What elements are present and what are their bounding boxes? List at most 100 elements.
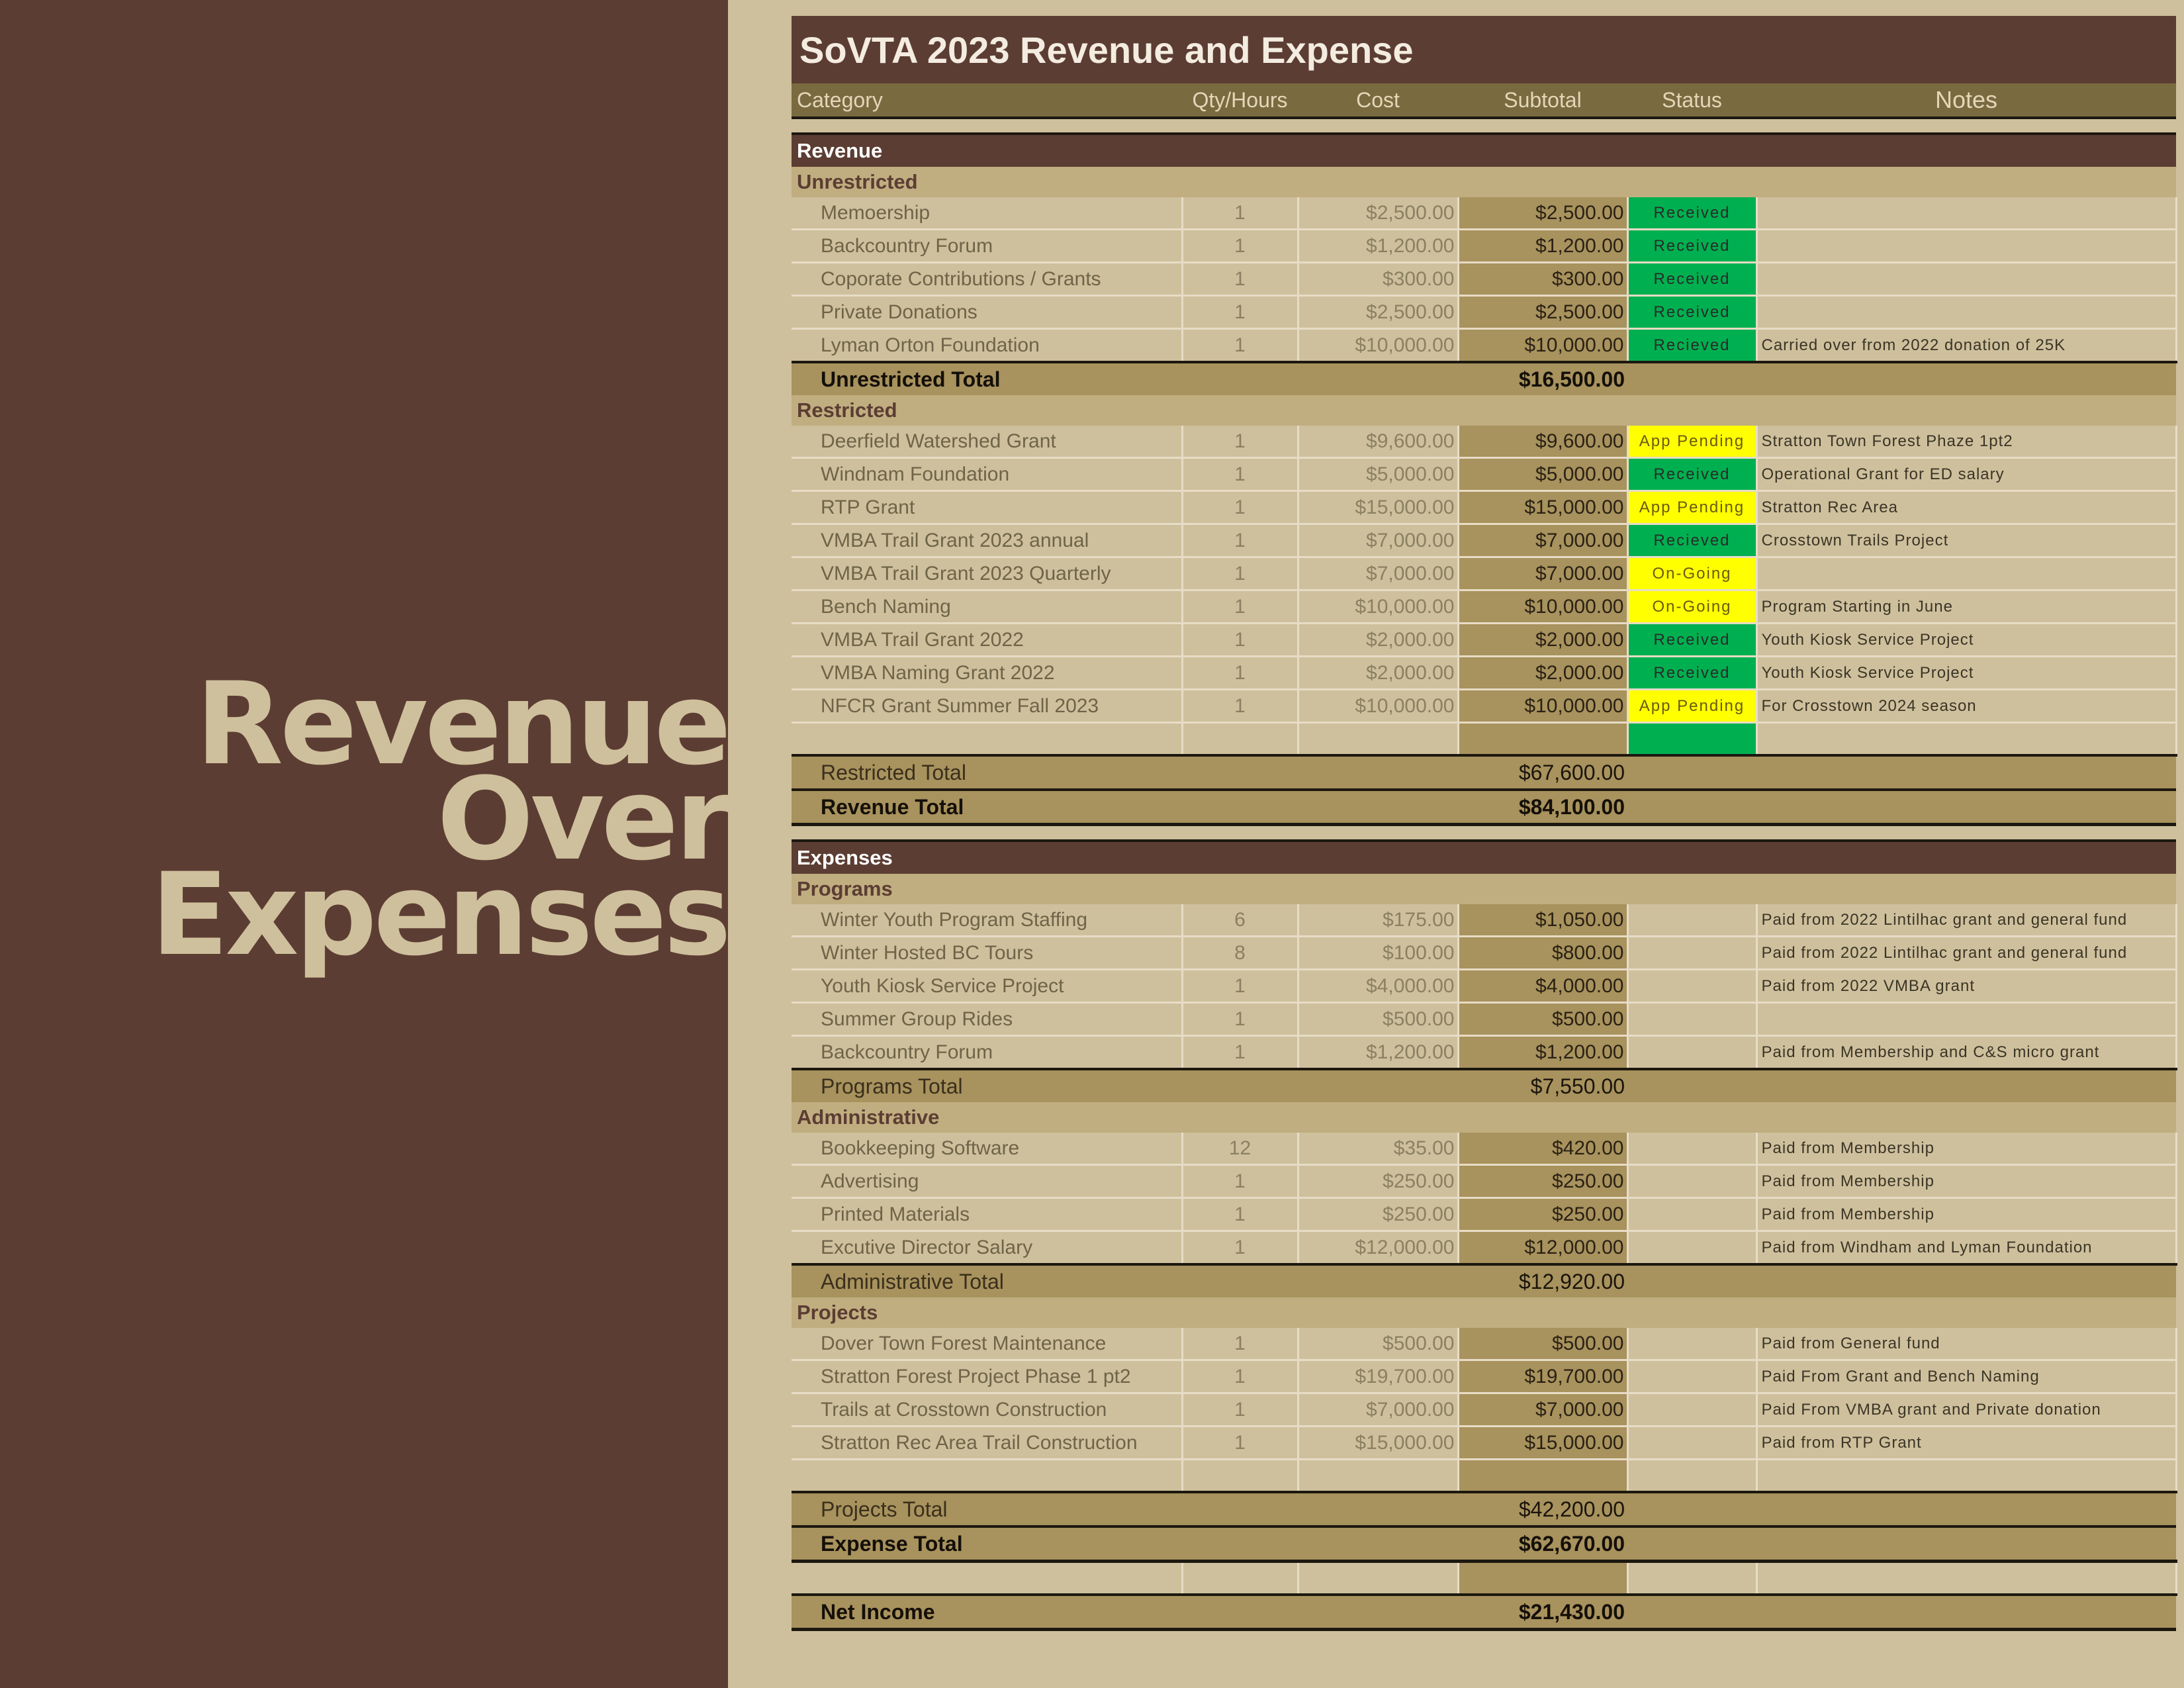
row-subtotal: $19,700.00 xyxy=(1458,1360,1629,1394)
row-cost: $10,000.00 xyxy=(1298,689,1459,724)
section-label: Expenses xyxy=(792,839,2177,874)
row-cost: $15,000.00 xyxy=(1298,491,1459,525)
row-qty: 1 xyxy=(1182,1328,1299,1361)
spacer-row xyxy=(792,118,2177,134)
table-row: Youth Kiosk Service Project 1 $4,000.00 $4,… xyxy=(792,969,2177,1004)
row-cost: $1,200.00 xyxy=(1298,229,1459,263)
table-row: Winter Youth Program Staffing 6 $175.00 $1,… xyxy=(792,904,2177,937)
row-subtotal: $4,000.00 xyxy=(1458,969,1629,1004)
row-qty: 1 xyxy=(1182,1164,1299,1199)
table-row: Summer Group Rides 1 $500.00 $500.00 xyxy=(792,1002,2177,1037)
total-status-empty xyxy=(1627,1525,1756,1563)
table-row: Backcountry Forum 1 $1,200.00 $1,200.00 Rece… xyxy=(792,229,2177,263)
row-notes xyxy=(1756,295,2177,330)
row-category: RTP Grant xyxy=(792,491,1183,525)
total-value: $7,550.00 xyxy=(1458,1068,1627,1102)
table-row: Deerfield Watershed Grant 1 $9,600.00 $9,60… xyxy=(792,426,2177,459)
table-row: NFCR Grant Summer Fall 2023 1 $10,000.00 $1… xyxy=(792,689,2177,724)
column-header-status: Status xyxy=(1627,83,1756,119)
total-value: $67,600.00 xyxy=(1458,754,1627,790)
row-qty: 1 xyxy=(1182,689,1299,724)
sheet-title: SoVTA 2023 Revenue and Expense xyxy=(792,16,2177,83)
row-status: Received xyxy=(1627,295,1758,330)
row-subtotal xyxy=(1458,722,1629,757)
row-category: NFCR Grant Summer Fall 2023 xyxy=(792,689,1183,724)
row-cost: $500.00 xyxy=(1298,1002,1459,1037)
total-row: Revenue Total $84,100.00 xyxy=(792,788,2177,826)
row-notes: Paid from Membership and C&S micro grant xyxy=(1756,1035,2177,1070)
section-header: Revenue xyxy=(792,132,2177,167)
row-category: VMBA Trail Grant 2022 xyxy=(792,623,1183,657)
total-label: Administrative Total xyxy=(792,1263,1458,1297)
total-notes-empty xyxy=(1756,1068,2177,1102)
row-status xyxy=(1627,1002,1758,1037)
row-qty: 1 xyxy=(1182,426,1299,459)
row-category xyxy=(792,722,1183,757)
row-subtotal: $2,500.00 xyxy=(1458,295,1629,330)
row-notes: Program Starting in June xyxy=(1756,590,2177,624)
row-subtotal: $10,000.00 xyxy=(1458,590,1629,624)
row-status xyxy=(1627,904,1758,937)
row-subtotal: $250.00 xyxy=(1458,1197,1629,1232)
table-row: Backcountry Forum 1 $1,200.00 $1,200.00 Paid… xyxy=(792,1035,2177,1070)
row-subtotal: $500.00 xyxy=(1458,1328,1629,1361)
table-row: Winter Hosted BC Tours 8 $100.00 $800.00 Pai… xyxy=(792,936,2177,970)
side-panel: Revenue Over Expenses xyxy=(0,0,731,1688)
row-cost: $250.00 xyxy=(1298,1164,1459,1199)
total-status-empty xyxy=(1627,788,1756,826)
group-label: Projects xyxy=(792,1297,2177,1328)
row-category: VMBA Naming Grant 2022 xyxy=(792,656,1183,690)
row-subtotal: $2,000.00 xyxy=(1458,656,1629,690)
column-header-notes: Notes xyxy=(1756,83,2177,119)
group-header: Restricted xyxy=(792,395,2177,426)
row-qty: 1 xyxy=(1182,295,1299,330)
row-subtotal: $300.00 xyxy=(1458,262,1629,297)
group-header: Unrestricted xyxy=(792,167,2177,197)
row-status: On-Going xyxy=(1627,557,1758,591)
row-subtotal: $15,000.00 xyxy=(1458,1426,1629,1460)
row-status: Recieved xyxy=(1627,524,1758,558)
total-status-empty xyxy=(1627,361,1756,395)
row-category xyxy=(792,1459,1183,1493)
row-status xyxy=(1627,1426,1758,1460)
row-notes: Paid from Membership xyxy=(1756,1133,2177,1166)
table-row: Coporate Contributions / Grants 1 $300.00 $… xyxy=(792,262,2177,297)
table-row: Private Donations 1 $2,500.00 $2,500.00 Rece… xyxy=(792,295,2177,330)
row-qty: 1 xyxy=(1182,656,1299,690)
table-row: Stratton Rec Area Trail Construction 1 $15… xyxy=(792,1426,2177,1460)
row-status xyxy=(1627,1231,1758,1266)
total-status-empty xyxy=(1627,1491,1756,1526)
row-notes: Paid from 2022 Lintilhac grant and gener… xyxy=(1756,936,2177,970)
row-notes: Paid from 2022 Lintilhac grant and gener… xyxy=(1756,904,2177,937)
row-notes: Youth Kiosk Service Project xyxy=(1756,623,2177,657)
row-subtotal xyxy=(1458,1561,1629,1596)
row-notes xyxy=(1756,229,2177,263)
total-label: Revenue Total xyxy=(792,788,1458,826)
row-cost: $4,000.00 xyxy=(1298,969,1459,1004)
total-value: $16,500.00 xyxy=(1458,361,1627,395)
row-cost: $500.00 xyxy=(1298,1328,1459,1361)
table-row: Memoership 1 $2,500.00 $2,500.00 Received xyxy=(792,197,2177,230)
table-row: RTP Grant 1 $15,000.00 $15,000.00 App Pendin… xyxy=(792,491,2177,525)
table-row: VMBA Naming Grant 2022 1 $2,000.00 $2,000.0… xyxy=(792,656,2177,690)
total-row: Projects Total $42,200.00 xyxy=(792,1491,2177,1526)
column-header-cost: Cost xyxy=(1298,83,1458,119)
row-qty xyxy=(1182,1459,1299,1493)
table-row: Printed Materials 1 $250.00 $250.00 Paid fro… xyxy=(792,1197,2177,1232)
row-status xyxy=(1627,1328,1758,1361)
row-qty: 12 xyxy=(1182,1133,1299,1166)
table-row: Dover Town Forest Maintenance 1 $500.00 $50… xyxy=(792,1328,2177,1361)
row-subtotal: $420.00 xyxy=(1458,1133,1629,1166)
row-category: Dover Town Forest Maintenance xyxy=(792,1328,1183,1361)
section-header: Expenses xyxy=(792,839,2177,874)
row-qty: 1 xyxy=(1182,457,1299,492)
row-qty: 1 xyxy=(1182,1197,1299,1232)
row-qty: 1 xyxy=(1182,1231,1299,1266)
row-category: Summer Group Rides xyxy=(792,1002,1183,1037)
group-label: Programs xyxy=(792,874,2177,904)
table-row: Advertising 1 $250.00 $250.00 Paid from Memb… xyxy=(792,1164,2177,1199)
row-qty: 1 xyxy=(1182,491,1299,525)
row-status xyxy=(1627,1360,1758,1394)
row-cost: $1,200.00 xyxy=(1298,1035,1459,1070)
row-notes xyxy=(1756,557,2177,591)
